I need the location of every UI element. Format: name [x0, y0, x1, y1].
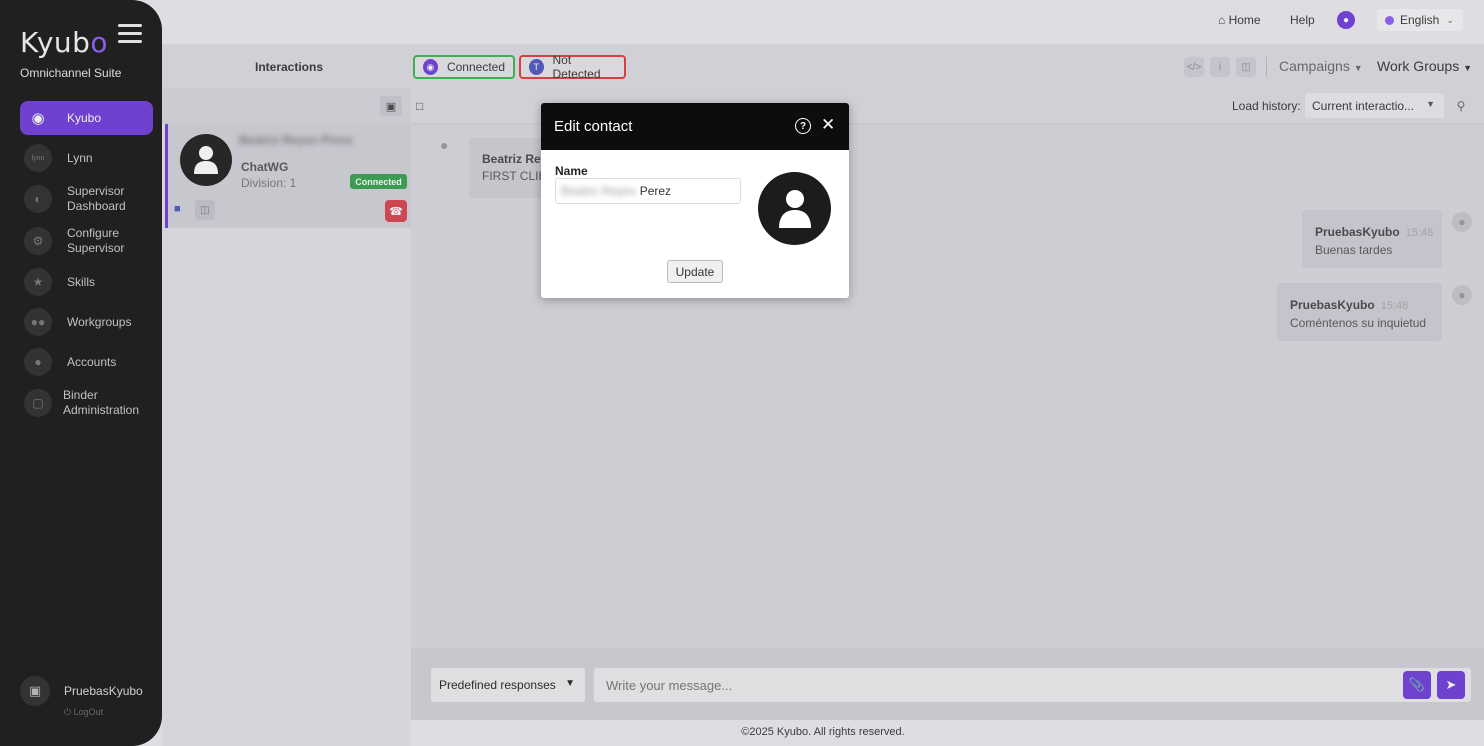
contact-avatar: [758, 172, 831, 245]
name-value: Perez: [639, 184, 672, 198]
modal-header: Edit contact ? ✕: [541, 103, 849, 150]
name-field[interactable]: Beatriz Reyes Perez: [555, 178, 741, 204]
name-value-blurred: Beatriz Reyes: [561, 184, 636, 198]
help-icon[interactable]: ?: [795, 118, 811, 134]
modal-title: Edit contact: [554, 118, 633, 135]
user-silhouette-icon: [778, 189, 811, 228]
name-label: Name: [555, 164, 588, 178]
edit-contact-modal: Edit contact ? ✕ Name Beatriz Reyes Perez…: [541, 103, 849, 298]
update-button[interactable]: Update: [667, 260, 723, 283]
close-icon[interactable]: ✕: [821, 115, 835, 135]
